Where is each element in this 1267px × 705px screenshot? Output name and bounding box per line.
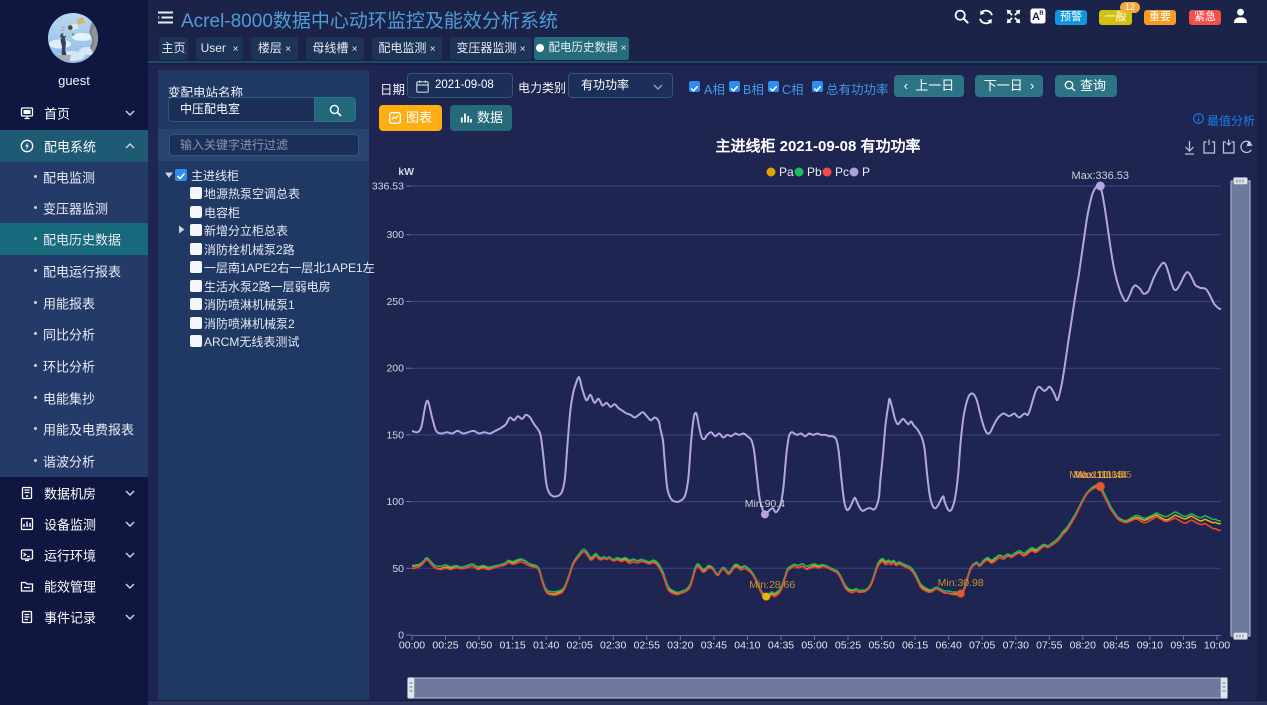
svg-text:R: R xyxy=(1039,11,1044,17)
